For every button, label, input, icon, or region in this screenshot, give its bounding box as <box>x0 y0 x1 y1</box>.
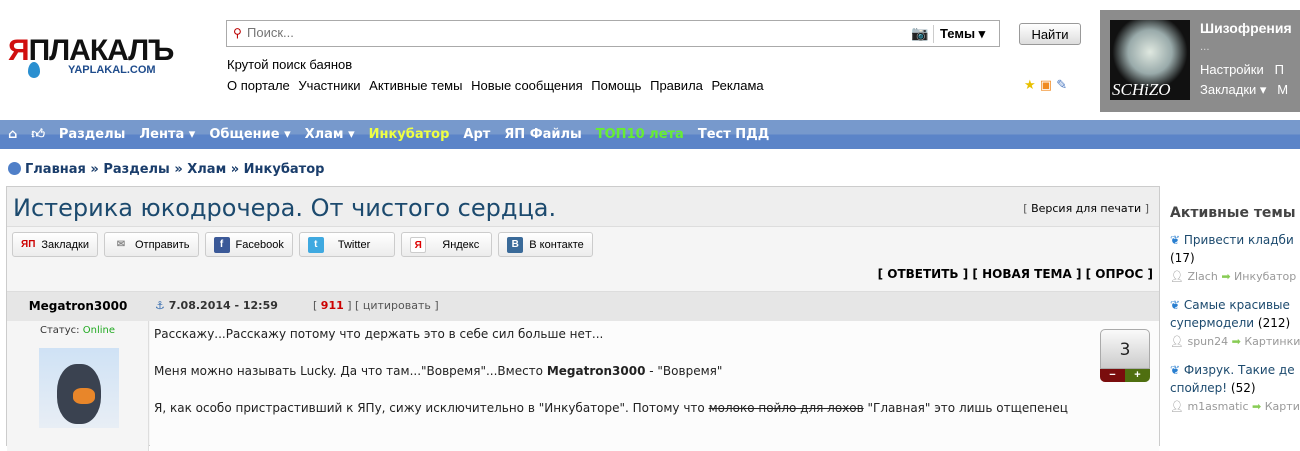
list-item: ❦ Привести кладби (17) 👤︎ Zlach ➡ Инкуба… <box>1170 233 1297 283</box>
main-nav: ⌂ 👍︎ Разделы Лента ▾ Общение ▾ Хлам ▾ Ин… <box>0 120 1300 149</box>
post-body: Расскажу...Расскажу потому что держать э… <box>150 321 1159 451</box>
arrow-icon: ➡ <box>1221 270 1231 283</box>
user-panel: SCHiZO Шизофрения ... Настройки П Заклад… <box>1100 10 1300 112</box>
author-column: Статус: Online <box>7 321 149 451</box>
status-online: Online <box>82 325 115 336</box>
author-avatar[interactable] <box>39 348 119 428</box>
search-box: ⚲ 📷 Темы ▾ <box>226 20 1000 47</box>
yandex-icon: Я <box>410 236 427 253</box>
site-logo[interactable]: ЯПЛАКАЛЪ YAPLAKAL.COM <box>8 36 174 82</box>
nav-files[interactable]: ЯП Файлы <box>504 127 581 142</box>
share-bookmarks-button[interactable]: ЯП Закладки <box>12 232 98 257</box>
anchor-icon[interactable]: ⚓ <box>155 299 165 312</box>
post-author[interactable]: Megatron3000 <box>7 299 149 313</box>
envelope-icon: ✉ <box>116 238 126 250</box>
like-icon[interactable]: 👍︎ <box>31 127 45 142</box>
post-rating: 3 − + <box>1100 329 1150 384</box>
bookmarks-menu[interactable]: Закладки ▾ <box>1200 82 1266 97</box>
facebook-icon: f <box>213 236 230 253</box>
nav-sections[interactable]: Разделы <box>59 127 125 142</box>
user-name[interactable]: Шизофрения <box>1200 20 1292 36</box>
share-vk-button[interactable]: ВВ контакте <box>498 232 593 257</box>
arrow-icon: ➡ <box>1252 400 1262 413</box>
flame-icon: ❦ <box>1170 233 1181 247</box>
share-yandex-button[interactable]: Я Яндекс <box>401 232 493 257</box>
twitter-icon: t <box>307 236 324 253</box>
vote-down-button[interactable]: − <box>1100 369 1125 382</box>
quote-link[interactable]: цитировать <box>363 299 431 312</box>
link-rules[interactable]: Правила <box>650 78 703 93</box>
nav-pdd[interactable]: Тест ПДД <box>698 127 770 142</box>
post-header: Megatron3000 ⚓ 7.08.2014 - 12:59 [ 911 ]… <box>7 291 1159 321</box>
top-links: О портале Участники Активные темы Новые … <box>227 78 769 93</box>
arrow-icon: ➡ <box>1231 335 1241 348</box>
search-input[interactable] <box>247 25 847 40</box>
nav-top10[interactable]: ТОП10 лета <box>596 127 684 142</box>
topic-box: Истерика юкодрочера. От чистого сердца. … <box>6 186 1160 451</box>
share-twitter-button[interactable]: t Twitter <box>298 232 396 257</box>
search-tagline: Крутой поиск баянов <box>227 57 353 72</box>
settings-link[interactable]: Настройки <box>1200 62 1264 77</box>
nav-feed[interactable]: Лента ▾ <box>139 127 195 142</box>
vote-up-button[interactable]: + <box>1125 369 1150 382</box>
flame-icon: ❦ <box>1170 363 1181 377</box>
nav-junk[interactable]: Хлам ▾ <box>305 127 355 142</box>
share-facebook-button[interactable]: f Facebook <box>204 232 293 257</box>
breadcrumb: Главная » Разделы » Хлам » Инкубатор <box>8 162 324 177</box>
nav-art[interactable]: Арт <box>463 127 490 142</box>
list-item: ❦ Самые красивые супермодели (212) 👤︎ sp… <box>1170 298 1300 348</box>
link-new[interactable]: Новые сообщения <box>471 78 583 93</box>
topic-title: Истерика юкодрочера. От чистого сердца. <box>13 194 557 222</box>
poll-button[interactable]: [ ОПРОС ] <box>1086 267 1153 281</box>
nav-incubator[interactable]: Инкубатор <box>369 127 450 142</box>
user-avatar[interactable]: SCHiZO <box>1110 20 1190 100</box>
link-members[interactable]: Участники <box>298 78 360 93</box>
pencil-icon[interactable]: ✎ <box>1056 78 1067 93</box>
search-scope-select[interactable]: Темы ▾ <box>940 26 985 42</box>
link-about[interactable]: О портале <box>227 78 290 93</box>
print-version-link[interactable]: Версия для печати <box>1031 202 1141 215</box>
list-item: ❦ Физрук. Такие де спойлер! (52) 👤︎ m1as… <box>1170 363 1300 413</box>
rss-icon[interactable]: ▣ <box>1040 78 1052 93</box>
home-circle-icon <box>8 162 21 175</box>
user-icon: 👤︎ <box>1170 270 1184 283</box>
drop-icon <box>28 62 40 78</box>
new-topic-button[interactable]: [ НОВАЯ ТЕМА ] <box>972 267 1081 281</box>
link-active[interactable]: Активные темы <box>369 78 462 93</box>
favorite-star-icon[interactable]: ★ <box>1024 78 1036 93</box>
home-icon[interactable]: ⌂ <box>8 127 17 142</box>
reply-button[interactable]: [ ОТВЕТИТЬ ] <box>878 267 969 281</box>
user-icon: 👤︎ <box>1170 335 1184 348</box>
user-icon: 👤︎ <box>1170 400 1184 413</box>
link-ads[interactable]: Реклама <box>712 78 764 93</box>
search-button[interactable]: Найти <box>1019 23 1081 45</box>
share-email-button[interactable]: ✉ Отправить <box>103 232 199 257</box>
camera-icon[interactable]: 📷 <box>911 26 928 42</box>
active-topics-sidebar: Активные темы ❦ Привести кладби (17) 👤︎ … <box>1170 205 1300 426</box>
nav-social[interactable]: Общение ▾ <box>209 127 290 142</box>
search-icon: ⚲ <box>233 26 242 40</box>
vk-icon: В <box>507 236 524 253</box>
link-help[interactable]: Помощь <box>591 78 641 93</box>
share-bar: ЯП Закладки ✉ Отправить f Facebook t Twitter… <box>12 232 593 257</box>
post-number[interactable]: 911 <box>321 299 344 312</box>
flame-icon: ❦ <box>1170 298 1181 312</box>
